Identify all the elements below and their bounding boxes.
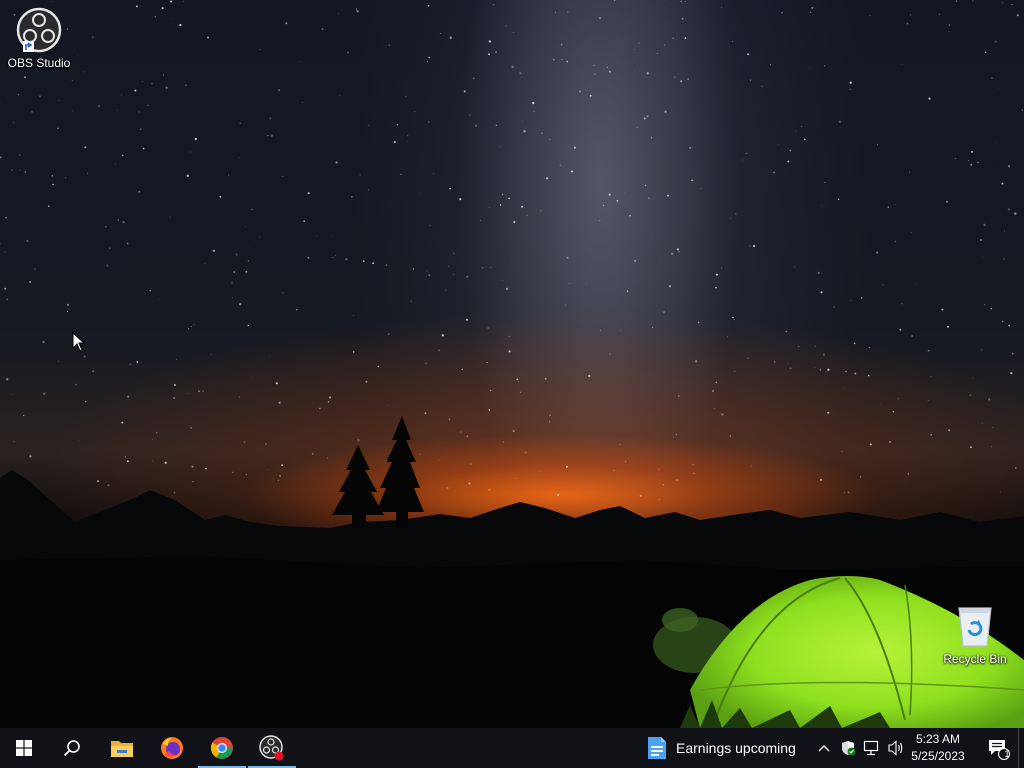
- windows-security-icon: [842, 741, 856, 756]
- taskbar-chrome[interactable]: [198, 728, 246, 768]
- taskbar-obs-studio[interactable]: [248, 728, 296, 768]
- desktop-icon-label: Recycle Bin: [943, 652, 1007, 666]
- chrome-icon: [210, 737, 233, 759]
- obs-studio-icon: [15, 6, 63, 54]
- search-button[interactable]: [48, 728, 96, 768]
- news-widget-label: Earnings upcoming: [676, 740, 796, 756]
- landscape-silhouette: [0, 416, 1024, 728]
- clock-date: 5/25/2023: [911, 749, 965, 763]
- windows-logo-icon: [16, 740, 32, 756]
- taskbar-firefox[interactable]: [148, 728, 196, 768]
- windows-security-tray[interactable]: [836, 728, 860, 768]
- clock-time: 5:23 AM: [915, 732, 961, 746]
- news-widget[interactable]: Earnings upcoming: [646, 728, 796, 768]
- system-tray: [812, 728, 908, 768]
- action-center-button[interactable]: 1: [980, 728, 1016, 768]
- network-icon: [863, 740, 879, 756]
- taskbar: Earnings upcoming 5:23 AM 5/25/2023 1: [0, 728, 1024, 768]
- desktop-icon-recycle-bin[interactable]: Recycle Bin: [937, 602, 1013, 666]
- notification-count-badge: 1: [1004, 749, 1010, 759]
- desktop-icon-label: OBS Studio: [7, 56, 71, 70]
- taskbar-clock[interactable]: 5:23 AM 5/25/2023: [904, 731, 972, 765]
- obs-studio-icon: [259, 735, 284, 761]
- desktop-background[interactable]: OBS Studio Recycle Bin: [0, 0, 1024, 728]
- mouse-pointer-icon: [72, 331, 86, 357]
- start-button[interactable]: [0, 728, 48, 768]
- show-hidden-icons-button[interactable]: [812, 728, 836, 768]
- folder-icon: [111, 741, 133, 757]
- stock-news-icon: [648, 737, 666, 759]
- volume-icon: [888, 740, 903, 756]
- taskbar-file-explorer[interactable]: [98, 728, 146, 768]
- show-desktop-button[interactable]: [1018, 728, 1024, 768]
- recycle-bin-icon: [951, 602, 999, 650]
- desktop-icon-obs-studio[interactable]: OBS Studio: [1, 6, 77, 70]
- network-tray[interactable]: [860, 728, 884, 768]
- chevron-up-icon: [818, 745, 830, 752]
- search-icon: [63, 740, 80, 757]
- firefox-icon: [161, 737, 183, 759]
